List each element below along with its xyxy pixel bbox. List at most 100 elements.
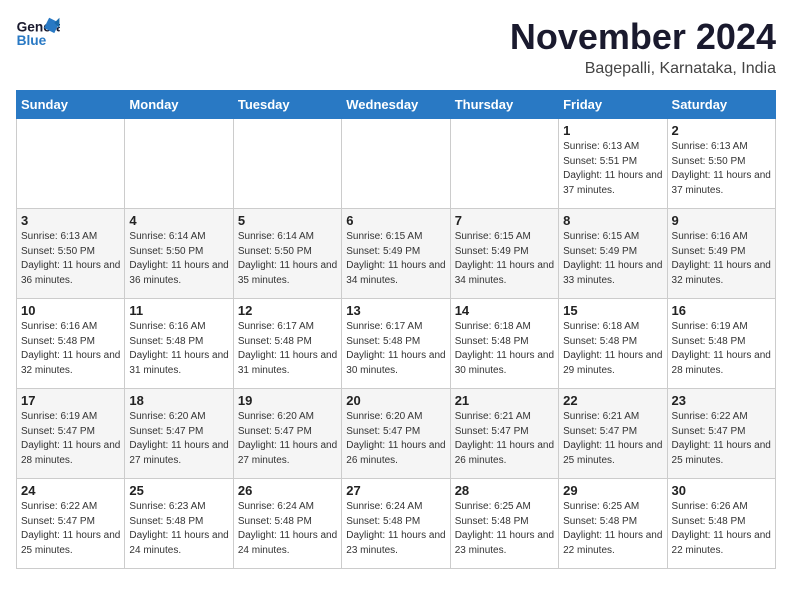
- calendar-cell: 15 Sunrise: 6:18 AM Sunset: 5:48 PM Dayli…: [559, 299, 667, 389]
- calendar-cell: 17Sunrise: 6:19 AM Sunset: 5:47 PM Dayli…: [17, 389, 125, 479]
- day-number: 22: [563, 393, 662, 408]
- day-info: Sunrise: 6:22 AM Sunset: 5:47 PM Dayligh…: [21, 500, 120, 558]
- weekday-header-sunday: Sunday: [17, 91, 125, 119]
- day-number: 9: [672, 213, 771, 228]
- month-title: November 2024: [510, 16, 776, 58]
- day-info: Sunrise: 6:13 AM Sunset: 5:51 PM Dayligh…: [563, 140, 662, 198]
- day-info: Sunrise: 6:13 AM Sunset: 5:50 PM Dayligh…: [21, 230, 120, 288]
- calendar-cell: 2 Sunrise: 6:13 AM Sunset: 5:50 PM Daylig…: [667, 119, 775, 209]
- calendar-cell: 29 Sunrise: 6:25 AM Sunset: 5:48 PM Dayli…: [559, 479, 667, 569]
- calendar-cell: [125, 119, 233, 209]
- day-number: 7: [455, 213, 554, 228]
- day-number: 16: [672, 303, 771, 318]
- day-info: Sunrise: 6:13 AM Sunset: 5:50 PM Dayligh…: [672, 140, 771, 198]
- calendar-cell: 6 Sunrise: 6:15 AM Sunset: 5:49 PM Daylig…: [342, 209, 450, 299]
- calendar-cell: 3 Sunrise: 6:13 AM Sunset: 5:50 PM Daylig…: [17, 209, 125, 299]
- calendar-cell: 7 Sunrise: 6:15 AM Sunset: 5:49 PM Daylig…: [450, 209, 558, 299]
- day-number: 18: [129, 393, 228, 408]
- calendar-cell: [233, 119, 341, 209]
- calendar-cell: 21Sunrise: 6:21 AM Sunset: 5:47 PM Dayli…: [450, 389, 558, 479]
- day-info: Sunrise: 6:16 AM Sunset: 5:48 PM Dayligh…: [129, 320, 228, 378]
- calendar-cell: 19 Sunrise: 6:20 AM Sunset: 5:47 PM Dayli…: [233, 389, 341, 479]
- calendar-cell: 22 Sunrise: 6:21 AM Sunset: 5:47 PM Dayli…: [559, 389, 667, 479]
- day-number: 24: [21, 483, 120, 498]
- calendar-cell: 20 Sunrise: 6:20 AM Sunset: 5:47 PM Dayli…: [342, 389, 450, 479]
- calendar-table: SundayMondayTuesdayWednesdayThursdayFrid…: [16, 90, 776, 569]
- day-number: 3: [21, 213, 120, 228]
- weekday-header-wednesday: Wednesday: [342, 91, 450, 119]
- svg-text:Blue: Blue: [17, 33, 47, 48]
- weekday-row: SundayMondayTuesdayWednesdayThursdayFrid…: [17, 91, 776, 119]
- day-number: 30: [672, 483, 771, 498]
- calendar-body: 1 Sunrise: 6:13 AM Sunset: 5:51 PM Daylig…: [17, 119, 776, 569]
- day-number: 19: [238, 393, 337, 408]
- calendar-cell: 23Sunrise: 6:22 AM Sunset: 5:47 PM Dayli…: [667, 389, 775, 479]
- day-info: Sunrise: 6:20 AM Sunset: 5:47 PM Dayligh…: [238, 410, 337, 468]
- day-number: 28: [455, 483, 554, 498]
- day-number: 23: [672, 393, 771, 408]
- day-info: Sunrise: 6:16 AM Sunset: 5:49 PM Dayligh…: [672, 230, 771, 288]
- calendar-week-4: 24 Sunrise: 6:22 AM Sunset: 5:47 PM Dayli…: [17, 479, 776, 569]
- day-number: 20: [346, 393, 445, 408]
- calendar-cell: 13Sunrise: 6:17 AM Sunset: 5:48 PM Dayli…: [342, 299, 450, 389]
- calendar-cell: 4Sunrise: 6:14 AM Sunset: 5:50 PM Daylig…: [125, 209, 233, 299]
- day-info: Sunrise: 6:15 AM Sunset: 5:49 PM Dayligh…: [346, 230, 445, 288]
- day-info: Sunrise: 6:17 AM Sunset: 5:48 PM Dayligh…: [346, 320, 445, 378]
- calendar-cell: 1 Sunrise: 6:13 AM Sunset: 5:51 PM Daylig…: [559, 119, 667, 209]
- calendar-cell: 25 Sunrise: 6:23 AM Sunset: 5:48 PM Dayli…: [125, 479, 233, 569]
- calendar-week-3: 17Sunrise: 6:19 AM Sunset: 5:47 PM Dayli…: [17, 389, 776, 479]
- day-number: 27: [346, 483, 445, 498]
- day-info: Sunrise: 6:25 AM Sunset: 5:48 PM Dayligh…: [563, 500, 662, 558]
- calendar-week-0: 1 Sunrise: 6:13 AM Sunset: 5:51 PM Daylig…: [17, 119, 776, 209]
- weekday-header-saturday: Saturday: [667, 91, 775, 119]
- location: Bagepalli, Karnataka, India: [510, 60, 776, 78]
- day-number: 4: [129, 213, 228, 228]
- calendar-cell: 27Sunrise: 6:24 AM Sunset: 5:48 PM Dayli…: [342, 479, 450, 569]
- day-number: 6: [346, 213, 445, 228]
- day-number: 12: [238, 303, 337, 318]
- day-number: 14: [455, 303, 554, 318]
- day-info: Sunrise: 6:20 AM Sunset: 5:47 PM Dayligh…: [346, 410, 445, 468]
- day-info: Sunrise: 6:14 AM Sunset: 5:50 PM Dayligh…: [238, 230, 337, 288]
- day-number: 29: [563, 483, 662, 498]
- calendar-cell: 14 Sunrise: 6:18 AM Sunset: 5:48 PM Dayli…: [450, 299, 558, 389]
- day-info: Sunrise: 6:16 AM Sunset: 5:48 PM Dayligh…: [21, 320, 120, 378]
- day-info: Sunrise: 6:26 AM Sunset: 5:48 PM Dayligh…: [672, 500, 771, 558]
- day-info: Sunrise: 6:18 AM Sunset: 5:48 PM Dayligh…: [455, 320, 554, 378]
- weekday-header-friday: Friday: [559, 91, 667, 119]
- day-number: 10: [21, 303, 120, 318]
- calendar-cell: 26Sunrise: 6:24 AM Sunset: 5:48 PM Dayli…: [233, 479, 341, 569]
- calendar-cell: 12 Sunrise: 6:17 AM Sunset: 5:48 PM Dayli…: [233, 299, 341, 389]
- day-number: 2: [672, 123, 771, 138]
- calendar-cell: 28 Sunrise: 6:25 AM Sunset: 5:48 PM Dayli…: [450, 479, 558, 569]
- day-info: Sunrise: 6:18 AM Sunset: 5:48 PM Dayligh…: [563, 320, 662, 378]
- calendar-cell: [342, 119, 450, 209]
- day-number: 25: [129, 483, 228, 498]
- day-number: 1: [563, 123, 662, 138]
- page-container: General Blue November 2024 Bagepalli, Ka…: [0, 0, 792, 579]
- weekday-header-thursday: Thursday: [450, 91, 558, 119]
- calendar-week-1: 3 Sunrise: 6:13 AM Sunset: 5:50 PM Daylig…: [17, 209, 776, 299]
- day-info: Sunrise: 6:15 AM Sunset: 5:49 PM Dayligh…: [455, 230, 554, 288]
- calendar-cell: 11 Sunrise: 6:16 AM Sunset: 5:48 PM Dayli…: [125, 299, 233, 389]
- day-info: Sunrise: 6:21 AM Sunset: 5:47 PM Dayligh…: [563, 410, 662, 468]
- day-info: Sunrise: 6:17 AM Sunset: 5:48 PM Dayligh…: [238, 320, 337, 378]
- calendar-cell: 8Sunrise: 6:15 AM Sunset: 5:49 PM Daylig…: [559, 209, 667, 299]
- day-number: 8: [563, 213, 662, 228]
- weekday-header-tuesday: Tuesday: [233, 91, 341, 119]
- day-number: 5: [238, 213, 337, 228]
- day-number: 21: [455, 393, 554, 408]
- day-info: Sunrise: 6:20 AM Sunset: 5:47 PM Dayligh…: [129, 410, 228, 468]
- calendar-cell: 18 Sunrise: 6:20 AM Sunset: 5:47 PM Dayli…: [125, 389, 233, 479]
- day-info: Sunrise: 6:19 AM Sunset: 5:47 PM Dayligh…: [21, 410, 120, 468]
- page-header: General Blue November 2024 Bagepalli, Ka…: [16, 16, 776, 78]
- calendar-cell: 30 Sunrise: 6:26 AM Sunset: 5:48 PM Dayli…: [667, 479, 775, 569]
- day-number: 15: [563, 303, 662, 318]
- day-info: Sunrise: 6:25 AM Sunset: 5:48 PM Dayligh…: [455, 500, 554, 558]
- day-number: 26: [238, 483, 337, 498]
- day-number: 11: [129, 303, 228, 318]
- calendar-cell: 9 Sunrise: 6:16 AM Sunset: 5:49 PM Daylig…: [667, 209, 775, 299]
- day-info: Sunrise: 6:23 AM Sunset: 5:48 PM Dayligh…: [129, 500, 228, 558]
- title-block: November 2024 Bagepalli, Karnataka, Indi…: [510, 16, 776, 78]
- logo-icon: General Blue: [16, 16, 60, 52]
